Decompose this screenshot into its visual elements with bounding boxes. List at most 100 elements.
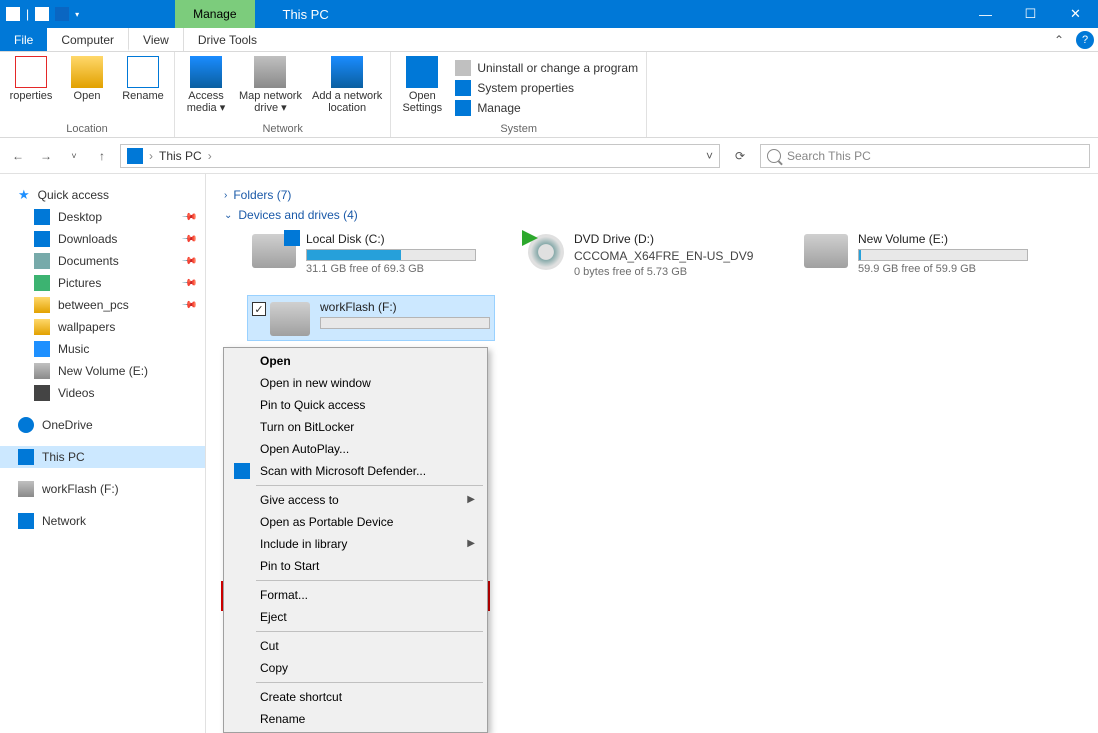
back-button[interactable]: ← — [8, 146, 28, 166]
nav-workflash[interactable]: workFlash (F:) — [0, 478, 205, 500]
pin-icon: 📌 — [180, 297, 197, 314]
up-button[interactable]: ↑ — [92, 146, 112, 166]
tab-computer[interactable]: Computer — [47, 28, 129, 51]
nav-downloads-label: Downloads — [58, 232, 117, 246]
ctx-defender-label: Scan with Microsoft Defender... — [260, 464, 426, 478]
qat-dropdown-icon[interactable]: ▾ — [75, 10, 79, 19]
open-button[interactable]: Open — [64, 56, 110, 102]
help-button[interactable]: ? — [1076, 31, 1094, 49]
minimize-button[interactable]: — — [963, 0, 1008, 28]
folders-section-header[interactable]: › Folders (7) — [224, 188, 1080, 202]
address-caret2: › — [208, 149, 212, 163]
ctx-defender[interactable]: Scan with Microsoft Defender... — [226, 460, 485, 482]
ctx-separator — [256, 631, 483, 632]
drive-f-checkbox[interactable]: ✓ — [252, 302, 266, 316]
explorer-icon — [6, 7, 20, 21]
tab-drive-tools[interactable]: Drive Tools — [184, 28, 271, 51]
nav-onedrive-label: OneDrive — [42, 418, 93, 432]
rename-button[interactable]: Rename — [120, 56, 166, 102]
address-dropdown-button[interactable]: ˅ — [706, 149, 713, 163]
ctx-portable-device[interactable]: Open as Portable Device — [226, 511, 485, 533]
nav-quick-access[interactable]: ★ Quick access — [0, 184, 205, 206]
qat-props-icon[interactable] — [55, 7, 69, 21]
forward-button[interactable]: → — [36, 146, 56, 166]
collapse-ribbon-button[interactable]: ⌃ — [1046, 28, 1072, 51]
map-drive-label: Map network drive ▾ — [239, 90, 302, 114]
sys-props-icon — [455, 80, 471, 96]
ctx-give-access[interactable]: Give access to ▶ — [226, 489, 485, 511]
open-settings-label: Open Settings — [402, 90, 442, 114]
nav-downloads[interactable]: Downloads 📌 — [0, 228, 205, 250]
drive-icon — [34, 363, 50, 379]
nav-onedrive[interactable]: OneDrive — [0, 414, 205, 436]
address-bar[interactable]: › This PC › ˅ — [120, 144, 720, 168]
ctx-open[interactable]: Open — [226, 350, 485, 372]
file-tab[interactable]: File — [0, 28, 47, 51]
main-area: ★ Quick access Desktop 📌 Downloads 📌 Doc… — [0, 174, 1098, 733]
nav-pictures[interactable]: Pictures 📌 — [0, 272, 205, 294]
history-dropdown-button[interactable]: ˅ — [64, 146, 84, 166]
drive-d-name: DVD Drive (D:) — [574, 232, 766, 246]
ctx-copy[interactable]: Copy — [226, 657, 485, 679]
star-icon: ★ — [18, 187, 30, 203]
ctx-open-new-window[interactable]: Open in new window — [226, 372, 485, 394]
ctx-cut[interactable]: Cut — [226, 635, 485, 657]
close-button[interactable]: ✕ — [1053, 0, 1098, 28]
nav-videos[interactable]: Videos — [0, 382, 205, 404]
properties-button[interactable]: roperties — [8, 56, 54, 102]
nav-documents-label: Documents — [58, 254, 119, 268]
ctx-rename[interactable]: Rename — [226, 708, 485, 730]
tab-view[interactable]: View — [129, 28, 184, 51]
open-settings-button[interactable]: Open Settings — [399, 56, 445, 114]
nav-desktop[interactable]: Desktop 📌 — [0, 206, 205, 228]
drive-c-capacity — [306, 249, 476, 261]
group-label-network: Network — [183, 123, 382, 135]
contextual-tab-manage[interactable]: Manage — [175, 0, 254, 28]
map-drive-button[interactable]: Map network drive ▾ — [239, 56, 302, 114]
drive-d-subtitle: CCCOMA_X64FRE_EN-US_DV9 — [574, 249, 766, 263]
rename-label: Rename — [122, 90, 164, 102]
access-media-button[interactable]: Access media ▾ — [183, 56, 229, 114]
ctx-pin-quick-access[interactable]: Pin to Quick access — [226, 394, 485, 416]
nav-this-pc[interactable]: This PC — [0, 446, 205, 468]
nav-network[interactable]: Network — [0, 510, 205, 532]
drive-c[interactable]: Local Disk (C:) 31.1 GB free of 69.3 GB — [248, 228, 494, 282]
ctx-create-shortcut[interactable]: Create shortcut — [226, 686, 485, 708]
ctx-include-library[interactable]: Include in library ▶ — [226, 533, 485, 555]
qat-checkbox-icon[interactable] — [35, 7, 49, 21]
drive-e-icon — [804, 234, 848, 268]
chevron-down-icon: ⌄ — [224, 210, 232, 221]
add-network-location-button[interactable]: Add a network location — [312, 56, 382, 114]
ctx-autoplay[interactable]: Open AutoPlay... — [226, 438, 485, 460]
refresh-button[interactable]: ⟳ — [728, 144, 752, 168]
ctx-format[interactable]: Format... — [226, 584, 485, 606]
drive-e-capacity — [858, 249, 1028, 261]
drive-e[interactable]: New Volume (E:) 59.9 GB free of 59.9 GB — [800, 228, 1046, 282]
uninstall-program-button[interactable]: Uninstall or change a program — [455, 60, 638, 76]
drive-f[interactable]: ✓ workFlash (F:) — [248, 296, 494, 340]
ctx-bitlocker[interactable]: Turn on BitLocker — [226, 416, 485, 438]
group-label-location: Location — [8, 123, 166, 135]
ribbon: roperties Open Rename Location Access me… — [0, 52, 1098, 138]
pictures-icon — [34, 275, 50, 291]
ctx-library-label: Include in library — [260, 537, 347, 551]
window-title: This PC — [283, 7, 329, 22]
maximize-button[interactable]: ☐ — [1008, 0, 1053, 28]
nav-documents[interactable]: Documents 📌 — [0, 250, 205, 272]
devices-section-header[interactable]: ⌄ Devices and drives (4) — [224, 208, 1080, 222]
nav-wallpapers[interactable]: wallpapers — [0, 316, 205, 338]
ctx-eject[interactable]: Eject — [226, 606, 485, 628]
pin-icon: 📌 — [180, 231, 197, 248]
nav-music[interactable]: Music — [0, 338, 205, 360]
manage-button[interactable]: Manage — [455, 100, 638, 116]
drive-d[interactable]: DVD Drive (D:) CCCOMA_X64FRE_EN-US_DV9 0… — [524, 228, 770, 282]
ctx-pin-start[interactable]: Pin to Start — [226, 555, 485, 577]
rename-icon — [127, 56, 159, 88]
videos-icon — [34, 385, 50, 401]
search-box[interactable]: Search This PC — [760, 144, 1090, 168]
nav-between-pcs[interactable]: between_pcs 📌 — [0, 294, 205, 316]
network-icon — [18, 513, 34, 529]
system-properties-button[interactable]: System properties — [455, 80, 638, 96]
qat-sep: | — [26, 7, 29, 21]
nav-new-volume[interactable]: New Volume (E:) — [0, 360, 205, 382]
